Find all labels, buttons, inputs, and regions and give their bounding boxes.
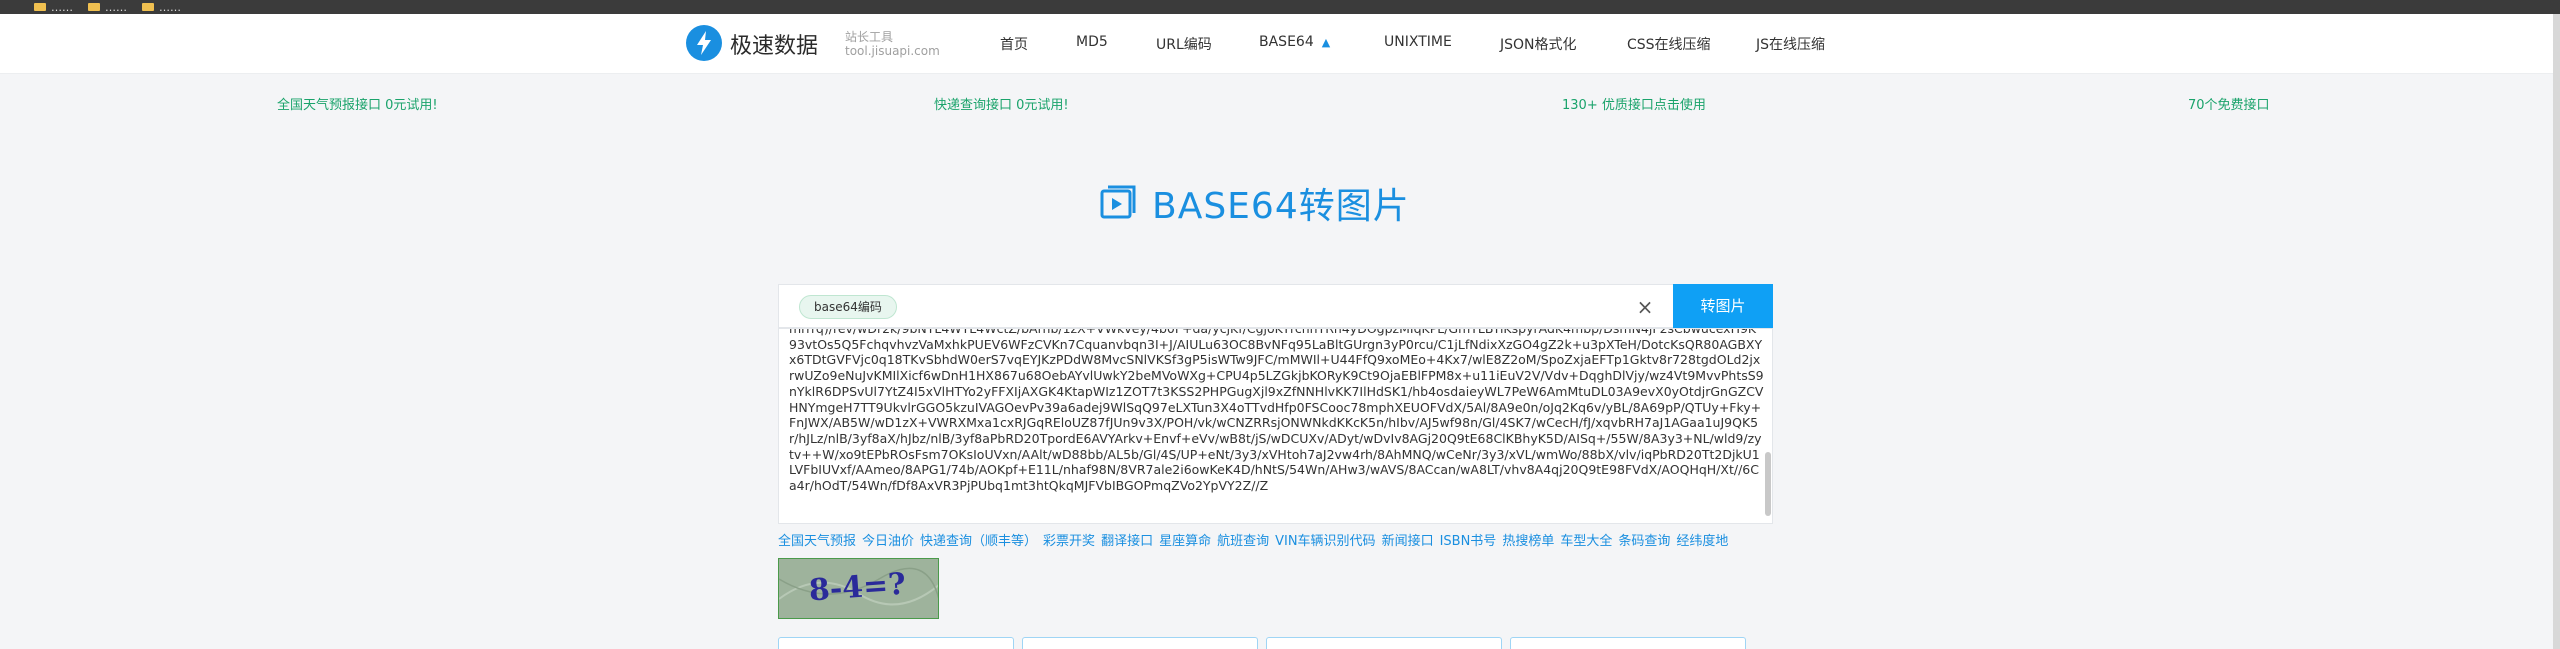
- site-header: 极速数据 站长工具 tool.jisuapi.com 首页 MD5 URL编码 …: [0, 14, 2560, 74]
- related-links: 全国天气预报 今日油价 快递查询（顺丰等） 彩票开奖 翻译接口 星座算命 航班查询 VIN车辆…: [778, 530, 1778, 549]
- logo-domain: tool.jisuapi.com: [845, 44, 940, 58]
- bookmarks-bar: …… …… ……: [0, 0, 2560, 14]
- link-geo[interactable]: 经纬度地: [1676, 534, 1728, 549]
- mode-chip[interactable]: base64编码: [799, 295, 897, 319]
- nav-base64[interactable]: BASE64 ▲: [1259, 34, 1330, 50]
- link-translate[interactable]: 翻译接口: [1101, 534, 1153, 549]
- tool-card[interactable]: [1266, 637, 1502, 649]
- nav-css-compress[interactable]: CSS在线压缩: [1627, 34, 1711, 54]
- link-flight[interactable]: 航班查询: [1217, 534, 1269, 549]
- chevron-up-icon: ▲: [1321, 36, 1331, 49]
- window-edge: [2553, 14, 2560, 649]
- logo-subtitle: 站长工具: [845, 30, 894, 44]
- captcha-image: 8-4=?: [779, 559, 938, 618]
- folder-icon: [142, 3, 154, 11]
- link-lottery[interactable]: 彩票开奖: [1043, 534, 1095, 549]
- textarea-scrollbar[interactable]: [1765, 452, 1771, 516]
- link-weather[interactable]: 全国天气预报: [778, 534, 856, 549]
- nav-home[interactable]: 首页: [1000, 34, 1028, 54]
- tool-card[interactable]: [778, 637, 1014, 649]
- link-car-models[interactable]: 车型大全: [1560, 534, 1612, 549]
- base64-textarea[interactable]: mrrrq)/rev/wDr2k/9bNTL4WTL4WctZ/bArnb/1z…: [778, 328, 1773, 524]
- link-isbn[interactable]: ISBN书号: [1440, 534, 1497, 549]
- link-barcode[interactable]: 条码查询: [1618, 534, 1670, 549]
- folder-icon: [88, 3, 100, 11]
- convert-button[interactable]: 转图片: [1673, 284, 1773, 328]
- promo-free-apis[interactable]: 70个免费接口: [2188, 94, 2270, 113]
- promo-express[interactable]: 快递查询接口 0元试用!: [934, 94, 1069, 113]
- link-vin[interactable]: VIN车辆识别代码: [1275, 534, 1375, 549]
- nav-js-compress[interactable]: JS在线压缩: [1756, 34, 1825, 54]
- bookmark-item[interactable]: ……: [34, 0, 73, 14]
- tool-card[interactable]: [1510, 637, 1746, 649]
- bookmark-item[interactable]: ……: [88, 0, 127, 14]
- input-bar[interactable]: base64编码 ×: [778, 284, 1773, 328]
- tool-card[interactable]: [1022, 637, 1258, 649]
- close-icon[interactable]: ×: [1631, 293, 1659, 321]
- logo-text[interactable]: 极速数据: [730, 28, 818, 60]
- link-news[interactable]: 新闻接口: [1382, 534, 1434, 549]
- link-oil-price[interactable]: 今日油价: [862, 534, 914, 549]
- page-title: BASE64转图片: [1152, 186, 1410, 227]
- base64-content[interactable]: mrrrq)/rev/wDr2k/9bNTL4WTL4WctZ/bArnb/1z…: [789, 329, 1764, 494]
- link-hot-search[interactable]: 热搜榜单: [1502, 534, 1554, 549]
- link-express[interactable]: 快递查询（顺丰等）: [920, 534, 1037, 549]
- nav-json-format[interactable]: JSON格式化: [1500, 34, 1577, 54]
- bolt-icon[interactable]: [686, 25, 722, 61]
- promo-apis[interactable]: 130+ 优质接口点击使用: [1562, 94, 1706, 113]
- svg-text:8-4=?: 8-4=?: [808, 567, 907, 609]
- nav-md5[interactable]: MD5: [1076, 34, 1108, 50]
- nav-url-encode[interactable]: URL编码: [1156, 34, 1212, 54]
- page-heading: BASE64转图片: [1098, 178, 1410, 228]
- result-image: 8-4=?: [778, 558, 939, 619]
- folder-icon: [34, 3, 46, 11]
- bookmark-item[interactable]: ……: [142, 0, 181, 14]
- link-horoscope[interactable]: 星座算命: [1159, 534, 1211, 549]
- image-play-icon: [1100, 185, 1136, 219]
- promo-weather[interactable]: 全国天气预报接口 0元试用!: [277, 94, 438, 113]
- nav-unixtime[interactable]: UNIXTIME: [1384, 34, 1452, 50]
